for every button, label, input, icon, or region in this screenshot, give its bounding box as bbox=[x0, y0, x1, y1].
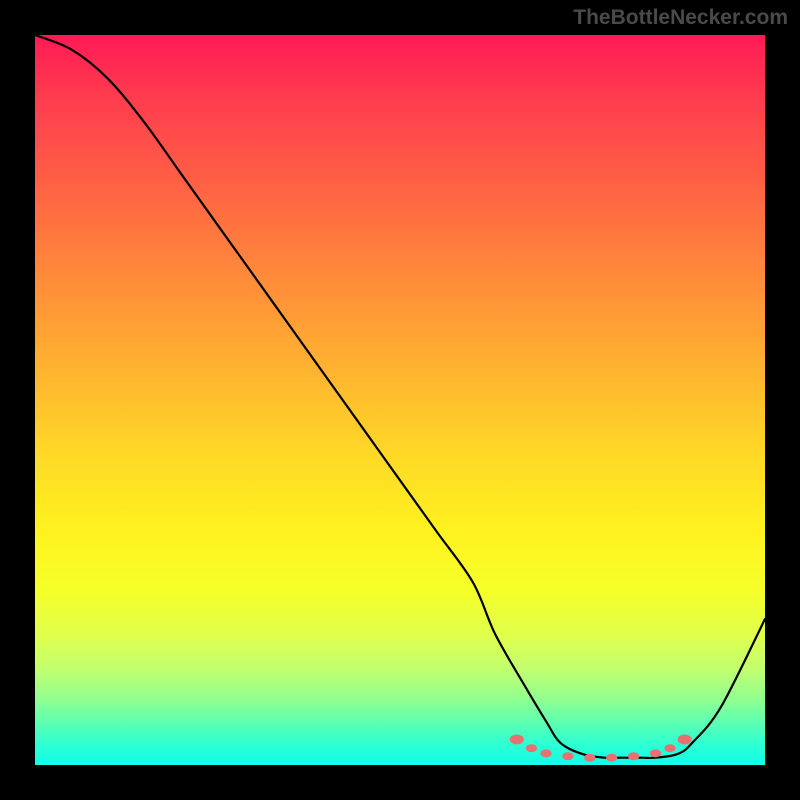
chart-plot-area bbox=[35, 35, 765, 765]
curve-marker bbox=[584, 754, 595, 762]
curve-marker bbox=[562, 752, 573, 760]
curve-marker bbox=[650, 749, 661, 757]
curve-marker bbox=[678, 734, 692, 744]
curve-marker bbox=[510, 734, 524, 744]
bottleneck-curve bbox=[35, 35, 765, 765]
curve-marker bbox=[665, 744, 676, 752]
curve-marker bbox=[606, 754, 617, 762]
curve-marker bbox=[540, 749, 551, 757]
watermark-label: TheBottleNecker.com bbox=[573, 6, 788, 30]
curve-marker bbox=[628, 752, 639, 760]
curve-marker bbox=[526, 744, 537, 752]
